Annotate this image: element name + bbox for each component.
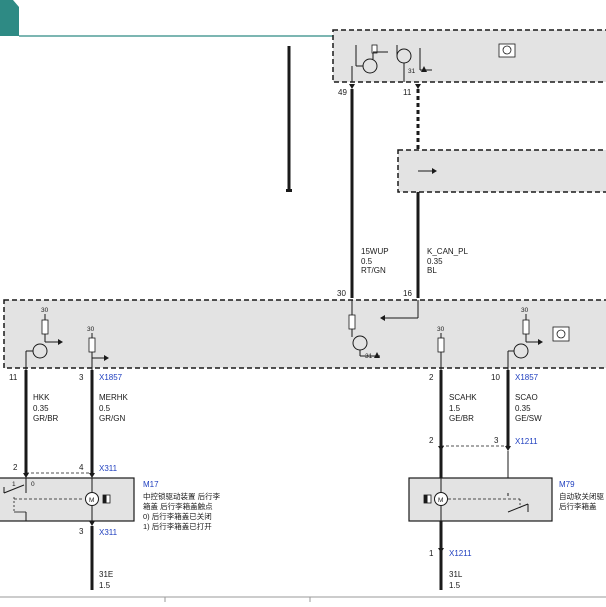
terminal-31-top: 31 — [408, 68, 416, 75]
m17-desc-1: 中控锁驱动装置 后行李 — [143, 491, 221, 501]
connector-x1857-right: X1857 — [515, 373, 539, 382]
terminal-30-d: 30 — [521, 307, 529, 314]
wire-31l-gauge: 1.5 — [449, 581, 461, 590]
terminal-30-b: 30 — [87, 326, 95, 333]
motor-m79-label: M — [438, 497, 443, 504]
pin-10-right: 10 — [491, 373, 500, 382]
pin-49: 49 — [338, 88, 347, 97]
wire-scao-gauge: 0.35 — [515, 404, 531, 413]
motor-m17-label: M — [89, 497, 94, 504]
wire-merhk-color: GR/GN — [99, 414, 125, 423]
wire-hkk-color: GR/BR — [33, 414, 59, 423]
pin-11-left: 11 — [9, 373, 18, 382]
wire-merhk-name: MERHK — [99, 393, 129, 402]
m79-id: M79 — [559, 480, 575, 489]
wire-scahk-name: SCAHK — [449, 393, 477, 402]
top-control-unit: 31 — [332, 29, 606, 83]
wire-15wup-name: 15WUP — [361, 247, 389, 256]
wire-15wup-color: RT/GN — [361, 266, 386, 275]
m17-switch-pos-1: 1 — [12, 481, 16, 488]
wire-scahk-gauge: 1.5 — [449, 404, 461, 413]
wire-31l-name: 31L — [449, 570, 463, 579]
m79-desc-2: 后行李箱盖 — [559, 501, 597, 511]
wire-scahk-color: GE/BR — [449, 414, 474, 423]
connector-x1211-bottom: X1211 — [449, 549, 472, 558]
wire-hkk-name: HKK — [33, 393, 50, 402]
connector-x1857-left: X1857 — [99, 373, 123, 382]
terminal-30-a: 30 — [41, 307, 49, 314]
wire-merhk-gauge: 0.5 — [99, 404, 111, 413]
wire-scao-color: GE/SW — [515, 414, 542, 423]
m79-component: M — [408, 477, 553, 522]
m17-id: M17 — [143, 480, 159, 489]
pin-2-mid: 2 — [429, 436, 434, 445]
wire-kcan-gauge: 0.35 — [427, 257, 443, 266]
pin-1-m79-bottom: 1 — [429, 549, 434, 558]
m17-desc-4: 1) 后行李箱盖已打开 — [143, 521, 212, 531]
wiring-diagram: 31 49 11 15WUP 0.5 RT/GN K_CAN_PL 0.35 B… — [0, 0, 606, 602]
m79-desc-1: 自动软关闭驱 — [559, 491, 604, 501]
pin-3-m17-bottom: 3 — [79, 527, 84, 536]
connector-x311-bottom: X311 — [99, 528, 118, 537]
pin-3-left: 3 — [79, 373, 84, 382]
connector-x311-top: X311 — [99, 464, 118, 473]
pin-16: 16 — [403, 289, 412, 298]
wire-kcan-color: BL — [427, 266, 437, 275]
pin-3-mid: 3 — [494, 436, 499, 445]
can-module-box — [397, 149, 606, 193]
pin-4-m17: 4 — [79, 463, 84, 472]
wire-31e-name: 31E — [99, 570, 113, 579]
m17-desc-2: 箱盖 后行李箱盖触点 — [143, 501, 213, 511]
terminal-31-mid: 31 — [365, 353, 373, 360]
main-control-unit: 30 30 31 30 30 — [3, 299, 606, 370]
connector-x1211-top: X1211 — [515, 437, 538, 446]
wire-kcan-name: K_CAN_PL — [427, 247, 468, 256]
m17-component: 1 0 M — [0, 477, 135, 522]
header-tab — [0, 0, 19, 36]
wire-scao-name: SCAO — [515, 393, 538, 402]
wire-hkk-gauge: 0.35 — [33, 404, 49, 413]
pin-2-right: 2 — [429, 373, 434, 382]
module-icon — [552, 326, 570, 342]
wire-15wup-gauge: 0.5 — [361, 257, 373, 266]
pin-2-m17: 2 — [13, 463, 18, 472]
pin-11-top: 11 — [403, 88, 412, 97]
pin-30-left: 30 — [337, 289, 346, 298]
terminal-30-c: 30 — [437, 326, 445, 333]
wire-31e-gauge: 1.5 — [99, 581, 111, 590]
m17-switch-pos-0: 0 — [31, 481, 35, 488]
m17-desc-3: 0) 后行李箱盖已关闭 — [143, 511, 212, 521]
